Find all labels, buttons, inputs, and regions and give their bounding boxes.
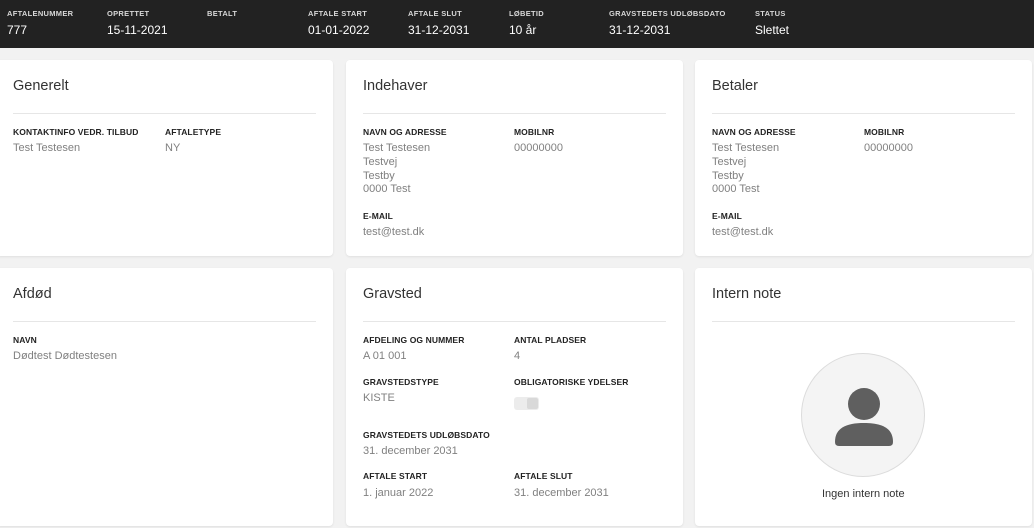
field-value: Dødtest Dødtestesen [13, 350, 117, 362]
header-label: GRAVSTEDETS UDLØBSDATO [609, 9, 726, 18]
divider [712, 321, 1015, 322]
address-line: Testby [363, 170, 395, 182]
field-value: 4 [514, 350, 521, 362]
header-label: AFTALENUMMER [7, 9, 74, 18]
header-value: Slettet [755, 23, 790, 37]
person-icon [801, 353, 925, 477]
card-title: Afdød [13, 286, 52, 302]
header-label: AFTALE START [308, 9, 368, 18]
field-label: AFTALE SLUT [514, 471, 573, 481]
header-value: 777 [7, 23, 28, 37]
divider [712, 113, 1015, 114]
card-title: Generelt [13, 78, 69, 94]
header-value: 15-11-2021 [107, 23, 168, 37]
field-value: 31. december 2031 [514, 487, 609, 499]
header-label: AFTALE SLUT [408, 9, 462, 18]
divider [363, 321, 666, 322]
field-label: KONTAKTINFO VEDR. TILBUD [13, 127, 139, 137]
field-label: AFTALETYPE [165, 127, 222, 137]
field-label: AFDELING OG NUMMER [363, 335, 465, 345]
field-label: NAVN OG ADRESSE [363, 127, 447, 137]
header-label: BETALT [207, 9, 238, 18]
field-value: 31. december 2031 [363, 445, 458, 457]
header-label: OPRETTET [107, 9, 150, 18]
person-icon-graphic [835, 388, 893, 446]
field-value: NY [165, 142, 181, 154]
field-value: test@test.dk [363, 226, 425, 238]
field-label: ANTAL PLADSER [514, 335, 587, 345]
field-value: 1. januar 2022 [363, 487, 434, 499]
address-line: Testvej [363, 156, 398, 168]
field-label: NAVN OG ADRESSE [712, 127, 796, 137]
field-label: E-MAIL [712, 211, 742, 221]
card-afdod: Afdød NAVN Dødtest Dødtestesen [0, 268, 333, 526]
address-line: Testvej [712, 156, 747, 168]
field-value: Test Testesen [13, 142, 81, 154]
card-gravsted: Gravsted AFDELING OG NUMMER A 01 001 ANT… [346, 268, 683, 526]
header-value: 31-12-2031 [609, 23, 671, 37]
address-line: 0000 Test [712, 183, 760, 195]
toggle-knob [527, 398, 538, 409]
field-value: A 01 001 [363, 350, 407, 362]
address-line: 0000 Test [363, 183, 411, 195]
field-value: test@test.dk [712, 226, 774, 238]
header-label: STATUS [755, 9, 786, 18]
field-value: 00000000 [864, 142, 913, 154]
field-label: MOBILNR [864, 127, 905, 137]
address-line: Testby [712, 170, 744, 182]
header-label: LØBETID [509, 9, 545, 18]
header-value: 31-12-2031 [408, 23, 470, 37]
field-value: KISTE [363, 392, 395, 404]
card-title: Intern note [712, 286, 782, 302]
field-label: E-MAIL [363, 211, 393, 221]
field-label: AFTALE START [363, 471, 428, 481]
header-value: 01-01-2022 [308, 23, 370, 37]
card-title: Betaler [712, 78, 758, 94]
field-label: NAVN [13, 335, 37, 345]
field-label: OBLIGATORISKE YDELSER [514, 377, 629, 387]
obligatoriske-ydelser-toggle[interactable] [514, 397, 539, 410]
card-generelt: Generelt KONTAKTINFO VEDR. TILBUD Test T… [0, 60, 333, 256]
card-title: Gravsted [363, 286, 422, 302]
address-line: Test Testesen [712, 142, 780, 154]
card-betaler: Betaler NAVN OG ADRESSE Test Testesen Te… [695, 60, 1032, 256]
field-label: GRAVSTEDSTYPE [363, 377, 439, 387]
card-intern-note: Intern note Ingen intern note [695, 268, 1032, 526]
field-label: GRAVSTEDETS UDLØBSDATO [363, 430, 490, 440]
card-indehaver: Indehaver NAVN OG ADRESSE Test Testesen … [346, 60, 683, 256]
empty-note-text: Ingen intern note [822, 488, 905, 500]
field-label: MOBILNR [514, 127, 555, 137]
header-value: 10 år [509, 23, 537, 37]
agreement-header-bar: AFTALENUMMER 777 OPRETTET 15-11-2021 BET… [0, 0, 1034, 48]
address-line: Test Testesen [363, 142, 431, 154]
field-value: 00000000 [514, 142, 563, 154]
divider [363, 113, 666, 114]
divider [13, 113, 316, 114]
card-title: Indehaver [363, 78, 428, 94]
divider [13, 321, 316, 322]
